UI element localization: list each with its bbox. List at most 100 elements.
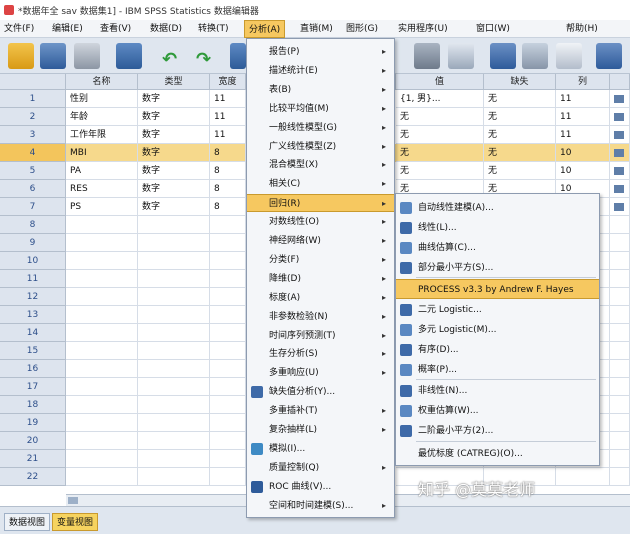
cell-name[interactable]: 年龄 (66, 108, 138, 126)
cell-missing[interactable]: 无 (484, 90, 556, 108)
undo-icon[interactable]: ↶ (158, 43, 184, 69)
cell-width[interactable] (210, 414, 246, 432)
value-labels-icon[interactable] (596, 43, 622, 69)
column-header-align[interactable] (610, 74, 630, 90)
analyze-menu-item[interactable]: 一般线性模型(G) ▸ (247, 119, 394, 137)
cell-type[interactable] (138, 396, 210, 414)
row-number[interactable]: 20 (0, 432, 66, 450)
row-number[interactable]: 18 (0, 396, 66, 414)
cell-name[interactable]: RES (66, 180, 138, 198)
menu-analyze[interactable]: 分析(A) (244, 20, 286, 38)
cell-columns[interactable]: 10 (556, 144, 610, 162)
cell-width[interactable]: 8 (210, 162, 246, 180)
open-folder-icon[interactable] (8, 43, 34, 69)
cell-type[interactable] (138, 324, 210, 342)
column-header-columns[interactable]: 列 (556, 74, 610, 90)
measure-icon[interactable] (610, 288, 630, 306)
cell-type[interactable] (138, 252, 210, 270)
cell-type[interactable] (138, 432, 210, 450)
row-number[interactable]: 12 (0, 288, 66, 306)
measure-icon[interactable] (610, 252, 630, 270)
cell-width[interactable] (210, 252, 246, 270)
print-icon[interactable] (74, 43, 100, 69)
weight-cases-icon[interactable] (522, 43, 548, 69)
cell-type[interactable]: 数字 (138, 108, 210, 126)
cell-type[interactable] (138, 306, 210, 324)
analyze-menu-item[interactable]: 回归(R) ▸ (247, 194, 394, 213)
cell-width[interactable] (210, 378, 246, 396)
cell-type[interactable] (138, 414, 210, 432)
measure-icon[interactable] (610, 144, 630, 162)
save-icon[interactable] (40, 43, 66, 69)
row-number[interactable]: 7 (0, 198, 66, 216)
measure-icon[interactable] (610, 90, 630, 108)
analyze-menu-item[interactable]: 时间序列预测(T) ▸ (247, 327, 394, 345)
measure-icon[interactable] (610, 270, 630, 288)
measure-icon[interactable] (610, 414, 630, 432)
measure-icon[interactable] (610, 180, 630, 198)
cell-name[interactable]: PA (66, 162, 138, 180)
analyze-menu-item[interactable]: 非参数检验(N) ▸ (247, 308, 394, 326)
row-number[interactable]: 9 (0, 234, 66, 252)
split-file-icon[interactable] (490, 43, 516, 69)
analyze-menu-item[interactable]: 比较平均值(M) ▸ (247, 100, 394, 118)
cell-name[interactable] (66, 468, 138, 486)
tab-variable-view[interactable]: 变量视图 (52, 513, 99, 531)
cell-values[interactable]: 无 (396, 162, 484, 180)
cell-values[interactable]: {1, 男}... (396, 90, 484, 108)
analyze-menu-item[interactable]: 分类(F) ▸ (247, 251, 394, 269)
menu-transform[interactable]: 转换(T) (198, 20, 229, 38)
measure-icon[interactable] (610, 468, 630, 486)
cell-width[interactable] (210, 360, 246, 378)
row-number[interactable]: 14 (0, 324, 66, 342)
cell-type[interactable] (138, 288, 210, 306)
cell-name[interactable] (66, 270, 138, 288)
row-number[interactable]: 6 (0, 180, 66, 198)
row-number[interactable]: 4 (0, 144, 66, 162)
cell-width[interactable] (210, 270, 246, 288)
cell-type[interactable] (138, 234, 210, 252)
menu-window[interactable]: 窗口(W) (476, 20, 510, 38)
row-number[interactable]: 3 (0, 126, 66, 144)
cell-type[interactable] (138, 378, 210, 396)
cell-width[interactable]: 8 (210, 144, 246, 162)
measure-icon[interactable] (610, 396, 630, 414)
menu-data[interactable]: 数据(D) (150, 20, 182, 38)
measure-icon[interactable] (610, 234, 630, 252)
cell-missing[interactable]: 无 (484, 144, 556, 162)
chart-builder-icon[interactable] (414, 43, 440, 69)
cell-name[interactable] (66, 306, 138, 324)
cell-width[interactable] (210, 234, 246, 252)
cell-columns[interactable] (556, 468, 610, 486)
menu-utilities[interactable]: 实用程序(U) (398, 20, 448, 38)
regression-menu-item[interactable]: 最优标度 (CATREG)(O)... (396, 444, 599, 464)
measure-icon[interactable] (610, 126, 630, 144)
column-header-missing[interactable]: 缺失 (484, 74, 556, 90)
cell-columns[interactable]: 11 (556, 126, 610, 144)
cell-name[interactable] (66, 234, 138, 252)
cell-missing[interactable]: 无 (484, 126, 556, 144)
cell-width[interactable] (210, 450, 246, 468)
column-header-name[interactable]: 名称 (66, 74, 138, 90)
cell-width[interactable] (210, 306, 246, 324)
analyze-menu-item[interactable]: 模拟(I)... (247, 440, 394, 458)
cell-width[interactable] (210, 288, 246, 306)
cell-width[interactable] (210, 216, 246, 234)
row-number[interactable]: 22 (0, 468, 66, 486)
cell-columns[interactable]: 10 (556, 162, 610, 180)
redo-icon[interactable]: ↷ (192, 43, 218, 69)
cell-name[interactable]: MBI (66, 144, 138, 162)
row-number[interactable]: 16 (0, 360, 66, 378)
row-number[interactable]: 21 (0, 450, 66, 468)
cell-name[interactable]: 性别 (66, 90, 138, 108)
menu-direct-marketing[interactable]: 直销(M) (300, 20, 333, 38)
menu-help[interactable]: 帮助(H) (566, 20, 598, 38)
regression-menu-item[interactable]: 有序(D)... (396, 340, 599, 360)
cell-name[interactable] (66, 450, 138, 468)
regression-menu-item[interactable]: 二元 Logistic... (396, 300, 599, 320)
variables-icon[interactable] (448, 43, 474, 69)
regression-menu-item[interactable]: PROCESS v3.3 by Andrew F. Hayes (396, 279, 599, 299)
cell-values[interactable]: 无 (396, 126, 484, 144)
cell-type[interactable] (138, 216, 210, 234)
cell-columns[interactable]: 11 (556, 90, 610, 108)
